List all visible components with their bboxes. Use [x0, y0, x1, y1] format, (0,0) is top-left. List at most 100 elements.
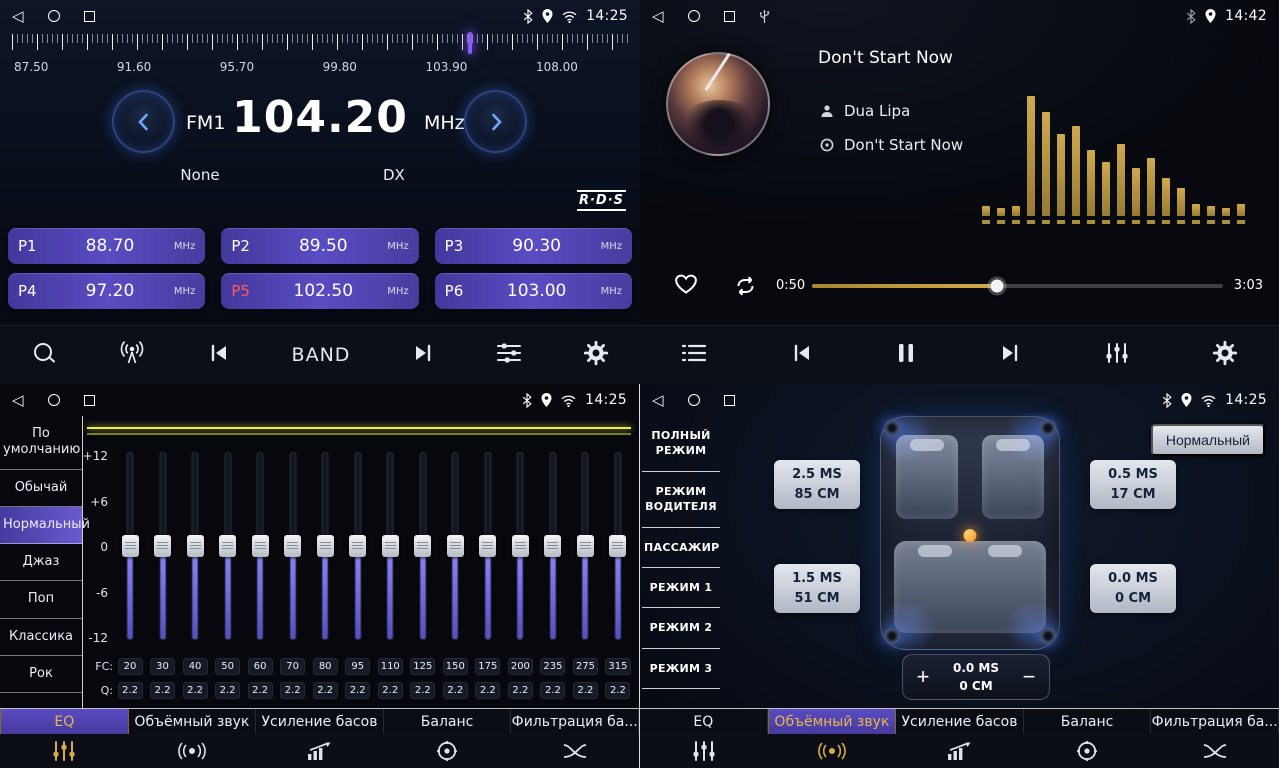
listening-mode-item[interactable]: РЕЖИМ 2	[642, 608, 720, 648]
car-cabin-diagram[interactable]	[880, 416, 1060, 650]
eq-preset-item[interactable]: Поп	[0, 581, 82, 618]
delay-front-right[interactable]: 0.5 MS 17 CM	[1090, 460, 1176, 509]
next-icon[interactable]	[411, 343, 435, 367]
recents-icon[interactable]	[84, 395, 95, 406]
recents-icon[interactable]	[724, 395, 735, 406]
back-icon[interactable]: ◁	[652, 9, 664, 24]
eq-band-slider[interactable]	[148, 446, 178, 650]
listening-mode-item[interactable]: ПАССАЖИР	[642, 528, 720, 568]
radio-preset-p3[interactable]: P390.30MHz	[435, 228, 632, 264]
audio-tab-2[interactable]: Усиление басов	[896, 709, 1024, 734]
balance-icon[interactable]	[383, 740, 511, 762]
eq-slider-handle[interactable]	[122, 535, 139, 557]
eq-band-slider[interactable]	[375, 446, 405, 650]
eq-preset-shortcut-button[interactable]: Нормальный	[1151, 424, 1265, 456]
audio-tab-4[interactable]: Фильтрация ба...	[1151, 709, 1279, 734]
listening-mode-item[interactable]: РЕЖИМ ВОДИТЕЛЯ	[642, 472, 720, 528]
back-icon[interactable]: ◁	[12, 9, 24, 24]
audio-tab-0[interactable]: EQ	[640, 709, 768, 734]
eq-band-slider[interactable]	[180, 446, 210, 650]
audio-tab-3[interactable]: Баланс	[1024, 709, 1152, 734]
radio-preset-p6[interactable]: P6103.00MHz	[435, 273, 632, 309]
audio-tab-4[interactable]: Фильтрация ба...	[511, 709, 639, 734]
balance-icon[interactable]	[1023, 740, 1151, 762]
playlist-icon[interactable]	[681, 343, 707, 367]
pause-icon[interactable]	[897, 342, 915, 368]
surround-speaker-icon[interactable]	[768, 742, 896, 760]
tune-down-button[interactable]	[112, 90, 175, 153]
eq-slider-handle[interactable]	[479, 535, 496, 557]
eq-preset-item[interactable]: Классика	[0, 619, 82, 656]
home-icon[interactable]	[48, 10, 60, 22]
eq-band-slider[interactable]	[343, 446, 373, 650]
home-icon[interactable]	[688, 394, 700, 406]
listening-position-dot[interactable]	[964, 529, 977, 542]
eq-band-slider[interactable]	[473, 446, 503, 650]
previous-icon[interactable]	[790, 343, 814, 367]
settings-gear-icon[interactable]	[583, 340, 609, 370]
frequency-ruler[interactable]	[12, 34, 628, 54]
radio-preset-p5[interactable]: P5102.50MHz	[221, 273, 418, 309]
eq-band-slider[interactable]	[213, 446, 243, 650]
back-icon[interactable]: ◁	[12, 393, 24, 408]
progress-knob[interactable]	[990, 280, 1003, 293]
repeat-icon[interactable]	[732, 276, 759, 300]
home-icon[interactable]	[48, 394, 60, 406]
eq-band-slider[interactable]	[245, 446, 275, 650]
eq-band-slider[interactable]	[603, 446, 633, 650]
progress-bar[interactable]	[812, 284, 1223, 288]
increase-delay-button[interactable]: +	[903, 666, 943, 688]
tune-up-button[interactable]	[464, 90, 527, 153]
delay-rear-left[interactable]: 1.5 MS 51 CM	[774, 564, 860, 613]
eq-slider-handle[interactable]	[577, 535, 594, 557]
home-icon[interactable]	[688, 10, 700, 22]
eq-band-slider[interactable]	[505, 446, 535, 650]
eq-preset-item[interactable]: По умолчанию	[0, 416, 82, 470]
listening-mode-item[interactable]: РЕЖИМ 1	[642, 568, 720, 608]
eq-preset-item[interactable]: Обычай	[0, 470, 82, 507]
eq-preset-item[interactable]: Рок	[0, 656, 82, 693]
previous-icon[interactable]	[207, 343, 231, 367]
settings-gear-icon[interactable]	[1212, 340, 1238, 370]
eq-band-slider[interactable]	[278, 446, 308, 650]
eq-slider-handle[interactable]	[252, 535, 269, 557]
favorite-icon[interactable]	[673, 272, 699, 300]
eq-sliders-icon[interactable]	[496, 342, 522, 368]
eq-slider-handle[interactable]	[317, 535, 334, 557]
radio-preset-p2[interactable]: P289.50MHz	[221, 228, 418, 264]
delay-front-left[interactable]: 2.5 MS 85 CM	[774, 460, 860, 509]
eq-band-slider[interactable]	[408, 446, 438, 650]
audio-tab-3[interactable]: Баланс	[384, 709, 512, 734]
eq-slider-handle[interactable]	[414, 535, 431, 557]
eq-slider-handle[interactable]	[609, 535, 626, 557]
tuner-indicator[interactable]	[468, 32, 472, 54]
back-icon[interactable]: ◁	[652, 393, 664, 408]
eq-band-slider[interactable]	[440, 446, 470, 650]
recents-icon[interactable]	[724, 11, 735, 22]
eq-slider-handle[interactable]	[447, 535, 464, 557]
eq-slider-handle[interactable]	[187, 535, 204, 557]
eq-sliders-icon[interactable]	[1105, 342, 1129, 368]
radio-preset-p4[interactable]: P497.20MHz	[8, 273, 205, 309]
eq-sliders-icon[interactable]	[640, 740, 768, 762]
filter-crossover-icon[interactable]	[511, 742, 639, 760]
eq-slider-handle[interactable]	[512, 535, 529, 557]
audio-tab-1[interactable]: Объёмный звук	[768, 709, 897, 734]
listening-mode-item[interactable]: РЕЖИМ 3	[642, 649, 720, 689]
filter-crossover-icon[interactable]	[1151, 742, 1279, 760]
eq-slider-handle[interactable]	[349, 535, 366, 557]
eq-band-slider[interactable]	[115, 446, 145, 650]
decrease-delay-button[interactable]: −	[1009, 666, 1049, 688]
audio-tab-1[interactable]: Объёмный звук	[129, 709, 257, 734]
eq-sliders-icon[interactable]	[0, 740, 128, 762]
broadcast-icon[interactable]	[118, 340, 146, 370]
band-button[interactable]: BAND	[292, 344, 351, 366]
surround-speaker-icon[interactable]	[128, 742, 256, 760]
eq-slider-handle[interactable]	[284, 535, 301, 557]
eq-slider-handle[interactable]	[382, 535, 399, 557]
bass-boost-icon[interactable]	[256, 741, 384, 761]
audio-tab-2[interactable]: Усиление басов	[256, 709, 384, 734]
eq-slider-handle[interactable]	[544, 535, 561, 557]
eq-band-slider[interactable]	[310, 446, 340, 650]
bass-boost-icon[interactable]	[896, 741, 1024, 761]
